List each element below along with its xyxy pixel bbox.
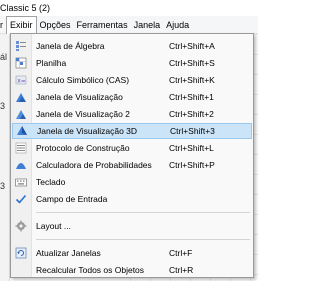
menu-item-recompute-all[interactable]: Recalcular Todos os Objetos Ctrl+R xyxy=(12,262,252,278)
menu-item-refresh-views[interactable]: Atualizar Janelas Ctrl+F xyxy=(12,245,252,261)
menu-item-algebra-view[interactable]: Janela de Álgebra Ctrl+Shift+A xyxy=(12,38,252,54)
algebra-view-icon xyxy=(16,41,26,51)
checkmark-icon xyxy=(15,194,27,204)
graphics-view-2-icon xyxy=(16,110,26,119)
menu-separator xyxy=(36,212,250,213)
menu-item-probability-calculator[interactable]: Calculadora de Probabilidades Ctrl+Shift… xyxy=(12,157,252,173)
menu-item-shortcut: Ctrl+Shift+A xyxy=(169,41,215,51)
menu-item-shortcut: Ctrl+Shift+2 xyxy=(169,109,214,119)
menu-item-shortcut: Ctrl+R xyxy=(169,265,194,275)
menu-item-graphics-view-2[interactable]: Janela de Visualização 2 Ctrl+Shift+2 xyxy=(12,106,252,122)
menu-item-shortcut: Ctrl+F xyxy=(169,248,193,258)
menu-item-label: Cálculo Simbólico (CAS) xyxy=(36,75,130,85)
menu-separator xyxy=(36,239,250,240)
menu-opcoes[interactable]: Opções xyxy=(37,16,74,34)
menu-exibir[interactable]: Exibir xyxy=(6,15,37,34)
menu-item-layout[interactable]: Layout ... xyxy=(12,218,252,234)
svg-text:x=: x= xyxy=(17,78,26,85)
menu-item-shortcut: Ctrl+Shift+3 xyxy=(170,126,215,136)
menu-item-label: Layout ... xyxy=(36,221,71,231)
menu-item-label: Teclado xyxy=(36,177,66,187)
menu-item-shortcut: Ctrl+Shift+P xyxy=(169,160,215,170)
refresh-icon xyxy=(15,247,27,259)
menu-item-label: Protocolo de Construção xyxy=(36,143,130,153)
menu-item-spreadsheet[interactable]: Planilha Ctrl+Shift+S xyxy=(12,55,252,71)
background-label: 3 xyxy=(0,181,6,191)
algebra-panel-edge xyxy=(0,34,10,281)
keyboard-icon xyxy=(15,178,27,187)
menu-janela[interactable]: Janela xyxy=(131,16,164,34)
menu-item-cas[interactable]: x= Cálculo Simbólico (CAS) Ctrl+Shift+K xyxy=(12,72,252,88)
graphics-3d-icon xyxy=(17,126,27,135)
menu-item-keyboard[interactable]: Teclado xyxy=(12,174,252,190)
cas-icon: x= xyxy=(15,75,27,85)
menu-item-shortcut: Ctrl+Shift+L xyxy=(169,143,214,153)
spreadsheet-icon xyxy=(15,57,27,69)
graphics-view-icon xyxy=(16,93,26,102)
construction-protocol-icon xyxy=(15,142,27,154)
layout-gear-icon xyxy=(15,220,27,232)
menu-item-construction-protocol[interactable]: Protocolo de Construção Ctrl+Shift+L xyxy=(12,140,252,156)
menu-item-shortcut: Ctrl+Shift+K xyxy=(169,75,215,85)
background-label: 3 xyxy=(0,101,6,111)
menu-bar: r Exibir Opções Ferramentas Janela Ajuda xyxy=(0,15,258,34)
menu-item-input-bar[interactable]: Campo de Entrada xyxy=(12,191,252,207)
menu-item-shortcut: Ctrl+Shift+1 xyxy=(169,92,214,102)
menu-item-label: Janela de Álgebra xyxy=(36,41,105,51)
background-label: ál xyxy=(0,52,8,62)
menu-ajuda[interactable]: Ajuda xyxy=(163,16,192,34)
menu-item-graphics-view[interactable]: Janela de Visualização Ctrl+Shift+1 xyxy=(12,89,252,105)
menu-item-label: Atualizar Janelas xyxy=(36,248,101,258)
view-menu-dropdown: Janela de Álgebra Ctrl+Shift+A Planilha … xyxy=(10,33,254,278)
menu-item-label: Campo de Entrada xyxy=(36,194,108,204)
menu-item-label: Planilha xyxy=(36,58,67,68)
menu-item-label: Recalcular Todos os Objetos xyxy=(36,265,145,275)
menu-item-graphics-3d[interactable]: Janela de Visualização 3D Ctrl+Shift+3 xyxy=(12,123,252,139)
menu-item-shortcut: Ctrl+Shift+S xyxy=(169,58,215,68)
probability-calculator-icon xyxy=(16,163,26,169)
menu-ferramentas[interactable]: Ferramentas xyxy=(74,16,131,34)
menu-item-label: Janela de Visualização 3D xyxy=(37,126,138,136)
menu-item-label: Janela de Visualização xyxy=(36,92,123,102)
window-title: Classic 5 (2) xyxy=(0,0,258,16)
menu-item-label: Calculadora de Probabilidades xyxy=(36,160,152,170)
menu-item-label: Janela de Visualização 2 xyxy=(36,109,130,119)
